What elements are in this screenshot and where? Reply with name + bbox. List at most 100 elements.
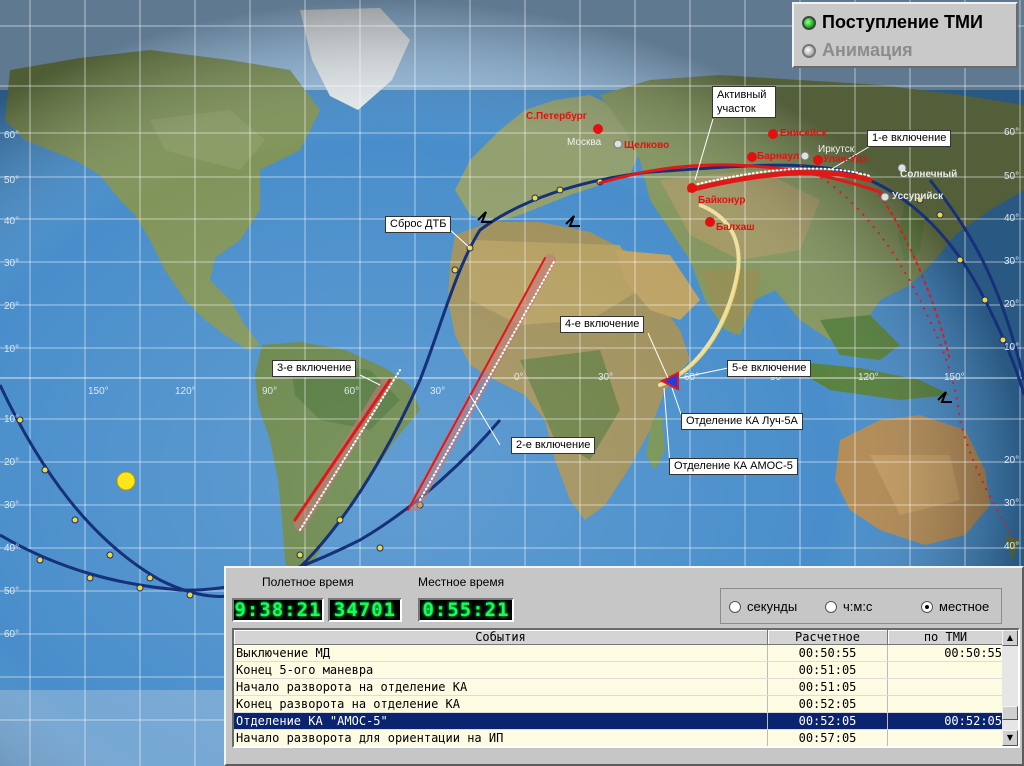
event-name: Конец разворота на отделение КА bbox=[234, 696, 768, 712]
tmi-status-label: Поступление ТМИ bbox=[822, 12, 983, 32]
event-tmi-time bbox=[888, 662, 1004, 678]
lat-label: 50° bbox=[4, 175, 20, 186]
event-calc-time: 00:50:55 bbox=[768, 645, 888, 661]
callout-burn1: 1-е включение bbox=[867, 130, 952, 147]
event-tmi-time: 00:50:55 bbox=[944, 646, 1002, 660]
lat-label: 60° bbox=[4, 629, 20, 640]
lat-label-right: 50° bbox=[1004, 171, 1020, 182]
radio-circle-icon bbox=[825, 600, 837, 613]
local-time-display: 0:55:21 bbox=[418, 598, 514, 622]
lat-label: 10° bbox=[4, 344, 20, 355]
lat-label-right: 30° bbox=[1004, 256, 1020, 267]
scroll-down-icon[interactable]: ▼ bbox=[1002, 730, 1018, 746]
lat-label: 40° bbox=[4, 543, 20, 554]
city-label-ussuriysk: Уссурийск bbox=[892, 191, 944, 202]
event-calc-time: 00:51:05 bbox=[768, 679, 888, 695]
city-label-shchelkovo: Щелково bbox=[624, 140, 670, 151]
lat-label-right: 20° bbox=[1004, 299, 1020, 310]
event-name: Начало разворота для ориентации на ИП bbox=[234, 730, 768, 746]
lat-label-right: 40° bbox=[1004, 541, 1020, 552]
event-name: Отделение КА "АМОС-5" bbox=[234, 713, 768, 729]
city-label-baikonur: Байконур bbox=[698, 195, 746, 206]
column-header-tmi[interactable]: по ТМИ bbox=[888, 630, 1004, 645]
scroll-thumb[interactable] bbox=[1002, 706, 1018, 720]
callout-active-section: Активный участок bbox=[712, 86, 776, 118]
sun-icon bbox=[116, 471, 136, 491]
lon-label: 60° bbox=[684, 372, 700, 383]
lon-label: 60° bbox=[344, 386, 360, 397]
column-header-events[interactable]: События bbox=[234, 630, 768, 645]
city-label-ulan-ude: Улан-Удэ bbox=[823, 154, 868, 165]
status-panel: Поступление ТМИ Анимация bbox=[792, 2, 1018, 68]
radio-hms[interactable]: ч:м:с bbox=[825, 599, 872, 614]
events-table: События Расчетное по ТМИ Выключение МД 0… bbox=[232, 628, 1020, 748]
lat-label-right: 10° bbox=[1004, 342, 1020, 353]
lon-label: 120° bbox=[175, 386, 196, 397]
radio-seconds[interactable]: секунды bbox=[729, 599, 797, 614]
radio-selected-icon bbox=[921, 600, 933, 613]
lat-label: 50° bbox=[4, 586, 20, 597]
callout-sep-luch: Отделение КА Луч-5А bbox=[681, 413, 803, 430]
telemetry-panel: Полетное время Местное время 9:38:21 347… bbox=[224, 566, 1024, 766]
table-row[interactable]: Начало разворота на отделение КА 00:51:0… bbox=[234, 679, 1004, 696]
event-tmi-time: 00:52:05 bbox=[944, 714, 1002, 728]
lon-label: 150° bbox=[88, 386, 109, 397]
table-row[interactable]: Конец разворота на отделение КА 00:52:05 bbox=[234, 696, 1004, 713]
city-label-barnaul: Барнаул bbox=[757, 151, 800, 162]
callout-burn2: 2-е включение bbox=[511, 437, 596, 454]
callout-burn5: 5-е включение bbox=[727, 360, 812, 377]
event-tmi-time bbox=[888, 679, 1004, 695]
event-tmi-time bbox=[888, 730, 1004, 746]
lat-label: 60° bbox=[4, 130, 20, 141]
callout-dtb-drop: Сброс ДТБ bbox=[385, 216, 452, 233]
table-row[interactable]: Конец 5-ого маневра 00:51:05 bbox=[234, 662, 1004, 679]
callout-sep-amos: Отделение КА АМОС-5 bbox=[669, 458, 798, 475]
lat-label: 20° bbox=[4, 457, 20, 468]
flight-seconds-display: 34701 bbox=[328, 598, 402, 622]
tmi-status[interactable]: Поступление ТМИ bbox=[802, 12, 983, 33]
lon-label: 150° bbox=[944, 372, 965, 383]
event-calc-time: 00:51:05 bbox=[768, 662, 888, 678]
event-name: Выключение МД bbox=[234, 645, 768, 661]
event-calc-time: 00:52:05 bbox=[768, 696, 888, 712]
lat-label: 10° bbox=[4, 414, 20, 425]
lon-label: 0° bbox=[514, 372, 524, 383]
column-header-calculated[interactable]: Расчетное bbox=[768, 630, 888, 645]
event-name: Начало разворота на отделение КА bbox=[234, 679, 768, 695]
flight-time-caption: Полетное время bbox=[262, 575, 354, 589]
event-calc-time: 00:57:05 bbox=[768, 730, 888, 746]
table-header: События Расчетное по ТМИ bbox=[234, 630, 1004, 645]
city-label-yeniseysk: Енисейск bbox=[780, 128, 827, 139]
lat-label: 20° bbox=[4, 301, 20, 312]
flight-time-display: 9:38:21 bbox=[232, 598, 324, 622]
event-tmi-time bbox=[888, 696, 1004, 712]
radio-label: секунды bbox=[747, 599, 798, 614]
animation-status[interactable]: Анимация bbox=[802, 40, 913, 61]
scroll-up-icon[interactable]: ▲ bbox=[1002, 630, 1018, 646]
event-calc-time: 00:52:05 bbox=[768, 713, 888, 729]
lon-label: 120° bbox=[858, 372, 879, 383]
lat-label-right: 40° bbox=[1004, 213, 1020, 224]
callout-burn3: 3-е включение bbox=[272, 360, 357, 377]
table-row[interactable]: Начало разворота для ориентации на ИП 00… bbox=[234, 730, 1004, 746]
lat-label-right: 30° bbox=[1004, 498, 1020, 509]
city-label-solnechny: Солнечный bbox=[900, 169, 958, 180]
table-row-selected[interactable]: Отделение КА "АМОС-5" 00:52:05 00:52:05 bbox=[234, 713, 1004, 730]
lat-label-right: 60° bbox=[1004, 127, 1020, 138]
radio-label: местное bbox=[939, 599, 990, 614]
event-name: Конец 5-ого маневра bbox=[234, 662, 768, 678]
lat-label-right: 20° bbox=[1004, 455, 1020, 466]
lat-label: 30° bbox=[4, 500, 20, 511]
local-time-caption: Местное время bbox=[418, 575, 505, 589]
lat-label: 30° bbox=[4, 258, 20, 269]
table-row[interactable]: Выключение МД 00:50:55 00:50:55 bbox=[234, 645, 1004, 662]
radio-label: ч:м:с bbox=[843, 599, 873, 614]
city-label-balkhash: Балхаш bbox=[716, 222, 755, 233]
table-scrollbar[interactable]: ▲ ▼ bbox=[1002, 630, 1018, 746]
lon-label: 30° bbox=[598, 372, 614, 383]
radio-local[interactable]: местное bbox=[921, 599, 989, 614]
time-mode-group: секунды ч:м:с местное bbox=[720, 588, 1002, 624]
lat-label: 40° bbox=[4, 216, 20, 227]
green-led-icon bbox=[802, 15, 816, 30]
lon-label: 90° bbox=[262, 386, 278, 397]
